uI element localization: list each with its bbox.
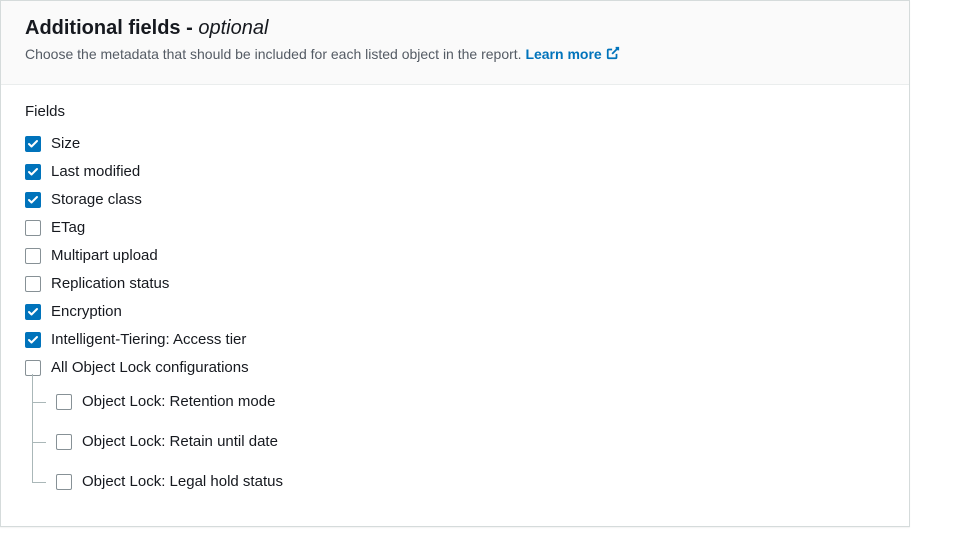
subtitle-text: Choose the metadata that should be inclu…: [25, 46, 525, 62]
label-etag[interactable]: ETag: [51, 218, 85, 238]
label-object-lock-retain-until[interactable]: Object Lock: Retain until date: [82, 433, 278, 450]
label-last-modified[interactable]: Last modified: [51, 162, 140, 182]
field-row-object-lock-all: All Object Lock configurations: [25, 354, 885, 382]
checkbox-object-lock-retention-mode[interactable]: [56, 394, 72, 410]
tree-connector-icon: [32, 388, 56, 416]
checkbox-multipart-upload[interactable]: [25, 248, 41, 264]
checkbox-object-lock-all[interactable]: [25, 360, 41, 376]
field-row-object-lock-retain-until: Object Lock: Retain until date: [32, 422, 885, 462]
field-row-object-lock-retention-mode: Object Lock: Retention mode: [32, 382, 885, 422]
checkbox-object-lock-retain-until[interactable]: [56, 434, 72, 450]
label-object-lock-retention-mode[interactable]: Object Lock: Retention mode: [82, 393, 275, 410]
learn-more-link[interactable]: Learn more: [525, 46, 619, 62]
checkbox-etag[interactable]: [25, 220, 41, 236]
label-replication-status[interactable]: Replication status: [51, 274, 169, 294]
field-row-storage-class: Storage class: [25, 186, 885, 214]
label-intelligent-tiering[interactable]: Intelligent-Tiering: Access tier: [51, 330, 246, 350]
field-row-replication-status: Replication status: [25, 270, 885, 298]
field-row-encryption: Encryption: [25, 298, 885, 326]
field-row-etag: ETag: [25, 214, 885, 242]
title-optional: optional: [198, 17, 268, 39]
label-storage-class[interactable]: Storage class: [51, 190, 142, 210]
fields-section-label: Fields: [25, 103, 885, 120]
field-row-multipart-upload: Multipart upload: [25, 242, 885, 270]
tree-connector-icon: [32, 428, 56, 456]
label-object-lock-legal-hold[interactable]: Object Lock: Legal hold status: [82, 473, 283, 490]
field-row-intelligent-tiering: Intelligent-Tiering: Access tier: [25, 326, 885, 354]
panel-header: Additional fields - optional Choose the …: [1, 1, 909, 85]
label-multipart-upload[interactable]: Multipart upload: [51, 246, 158, 266]
title-separator: -: [181, 17, 199, 39]
additional-fields-panel: Additional fields - optional Choose the …: [0, 0, 910, 527]
panel-title: Additional fields - optional: [25, 17, 885, 40]
field-row-size: Size: [25, 130, 885, 158]
tree-connector-icon: [32, 468, 56, 496]
panel-body: Fields Size Last modified Storage class …: [1, 85, 909, 526]
label-object-lock-all[interactable]: All Object Lock configurations: [51, 358, 249, 378]
nested-object-lock-container: Object Lock: Retention mode Object Lock:…: [32, 382, 885, 502]
checkbox-replication-status[interactable]: [25, 276, 41, 292]
label-encryption[interactable]: Encryption: [51, 302, 122, 322]
checkbox-storage-class[interactable]: [25, 192, 41, 208]
field-row-object-lock-legal-hold: Object Lock: Legal hold status: [32, 462, 885, 502]
checkbox-object-lock-legal-hold[interactable]: [56, 474, 72, 490]
field-row-last-modified: Last modified: [25, 158, 885, 186]
panel-subtitle: Choose the metadata that should be inclu…: [25, 44, 885, 66]
checkbox-last-modified[interactable]: [25, 164, 41, 180]
checkbox-size[interactable]: [25, 136, 41, 152]
title-main: Additional fields: [25, 17, 181, 39]
label-size[interactable]: Size: [51, 134, 80, 154]
checkbox-intelligent-tiering[interactable]: [25, 332, 41, 348]
learn-more-text: Learn more: [525, 46, 601, 62]
external-link-icon: [606, 45, 620, 66]
checkbox-encryption[interactable]: [25, 304, 41, 320]
